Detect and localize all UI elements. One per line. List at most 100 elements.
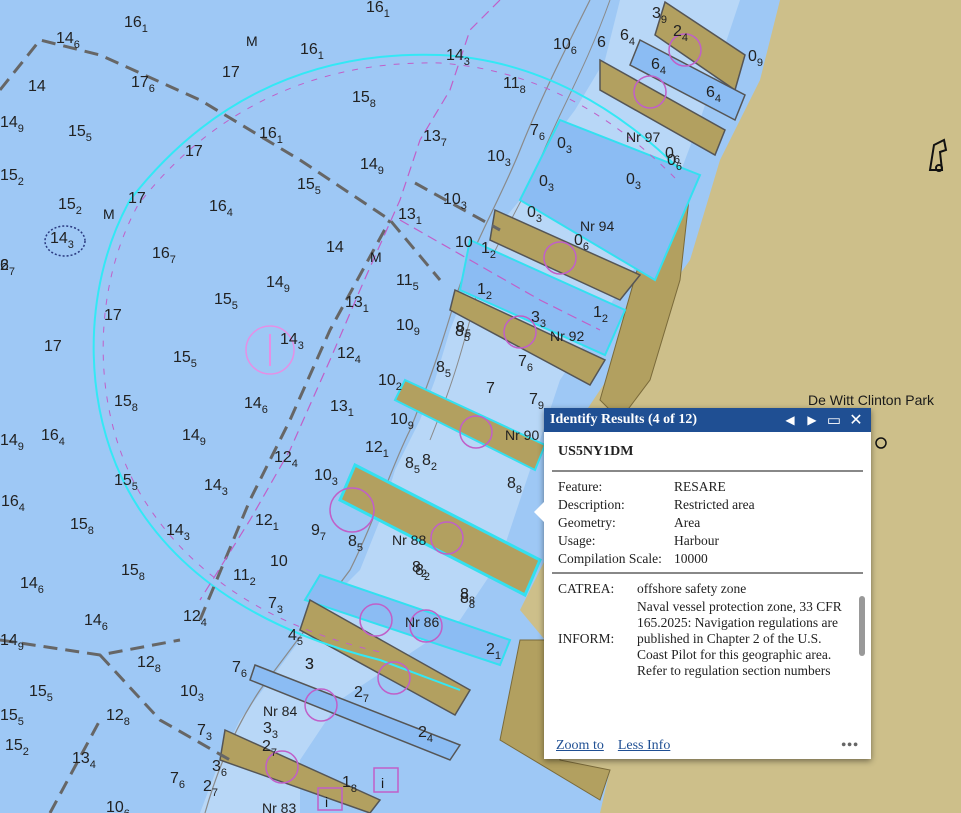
depth-sounding: 149: [182, 427, 206, 448]
depth-sounding: 167: [152, 245, 176, 266]
depth-sounding: 146: [244, 395, 268, 416]
feature-name: US5NY1DM: [558, 444, 634, 459]
zoom-to-link[interactable]: Zoom to: [556, 738, 604, 754]
depth-sounding: 76: [530, 122, 545, 143]
depth-sounding: 103: [487, 148, 511, 169]
attr-row: INFORM: Naval vessel protection zone, 33 …: [558, 598, 848, 680]
depth-sounding: 149: [0, 114, 24, 135]
attr-key: Feature:: [558, 479, 603, 494]
attr-row: Usage: Harbour: [558, 532, 755, 550]
close-icon[interactable]: ✕: [847, 411, 865, 429]
info-symbol-2: i: [325, 794, 328, 810]
depth-sounding: 109: [390, 411, 414, 432]
depth-sounding: 17: [104, 307, 122, 324]
depth-sounding: 164: [209, 198, 233, 219]
maximize-icon[interactable]: ▭: [825, 411, 843, 429]
attr-row: CATREA: offshore safety zone: [558, 580, 848, 598]
depth-sounding: 146: [20, 575, 44, 596]
depth-sounding: 155: [29, 683, 53, 704]
depth-sounding: 143: [50, 230, 74, 251]
depth-sounding: 143: [204, 477, 228, 498]
depth-sounding: 128: [137, 654, 161, 675]
park-label: De Witt Clinton Park: [808, 392, 935, 408]
depth-sounding: 137: [423, 128, 447, 149]
depth-sounding: 143: [280, 331, 304, 352]
popup-footer: Zoom to Less Info •••: [544, 733, 871, 759]
popup-pointer: [534, 502, 544, 522]
depth-sounding: 131: [330, 398, 354, 419]
depth-sounding: 121: [255, 512, 279, 533]
depth-sounding: 17: [222, 64, 240, 81]
depth-sounding: 143: [166, 522, 190, 543]
depth-sounding: 10: [270, 553, 288, 570]
depth-sounding: 152: [0, 167, 24, 188]
identify-results-popup[interactable]: Identify Results (4 of 12) ◀ ▶ ▭ ✕ US5NY…: [534, 408, 871, 759]
divider: [552, 572, 863, 574]
depth-sounding: 128: [106, 707, 130, 728]
pier-label-97: Nr 97: [626, 129, 660, 145]
attr-key: Usage:: [558, 533, 596, 548]
triangle-left-icon[interactable]: ◀: [781, 411, 799, 429]
depth-sounding: 149: [360, 156, 384, 177]
popup-header: Identify Results (4 of 12) ◀ ▶ ▭ ✕: [544, 408, 871, 432]
depth-sounding: 164: [1, 493, 25, 514]
depth-sounding: 161: [300, 41, 324, 62]
attr-row: Description: Restricted area: [558, 496, 755, 514]
attr-value: Restricted area: [674, 497, 755, 512]
attr-value: Naval vessel protection zone, 33 CFR 165…: [637, 599, 842, 678]
depth-sounding: 17: [185, 143, 203, 160]
depth-sounding: 14: [28, 78, 46, 95]
extra-attribute-table: CATREA: offshore safety zone INFORM: Naval…: [558, 580, 848, 680]
attr-row: Geometry: Area: [558, 514, 755, 532]
depth-sounding: 106: [106, 799, 130, 813]
depth-sounding: 76: [170, 770, 185, 791]
depth-sounding: 112: [233, 567, 256, 588]
more-options-button[interactable]: •••: [841, 738, 859, 754]
depth-sounding: 14: [326, 239, 344, 256]
depth-sounding: 158: [70, 516, 94, 537]
depth-sounding: 7: [486, 380, 495, 397]
depth-sounding: 155: [0, 707, 24, 728]
extra-info-scroll[interactable]: CATREA: offshore safety zone INFORM: Naval…: [544, 580, 865, 700]
depth-sounding: 131: [345, 294, 369, 315]
mooring-symbol-2: M: [103, 206, 115, 222]
depth-sounding: 155: [114, 472, 138, 493]
depth-sounding: 152: [58, 196, 82, 217]
triangle-right-icon[interactable]: ▶: [803, 411, 821, 429]
depth-sounding: 161: [124, 14, 148, 35]
pier-label-88: Nr 88: [392, 532, 426, 548]
depth-sounding: 76: [232, 659, 247, 680]
depth-sounding: 97: [311, 522, 326, 543]
attr-key: CATREA:: [558, 581, 615, 596]
popup-title: Identify Results (4 of 12): [550, 412, 697, 427]
depth-sounding: 149: [0, 432, 24, 453]
attr-value: 10000: [674, 551, 708, 566]
depth-sounding: 118: [503, 75, 526, 96]
depth-sounding: 155: [297, 176, 321, 197]
depth-sounding: 158: [114, 393, 138, 414]
depth-sounding: 10: [455, 234, 473, 251]
attr-value: Harbour: [674, 533, 719, 548]
depth-sounding: 152: [5, 737, 29, 758]
depth-sounding: 85: [348, 533, 363, 554]
attr-key: Geometry:: [558, 515, 616, 530]
mooring-symbol-3: M: [370, 249, 382, 265]
pier-label-83: Nr 83: [262, 800, 296, 813]
scrollbar-thumb[interactable]: [859, 596, 865, 656]
depth-sounding: 103: [180, 683, 204, 704]
depth-sounding: 164: [41, 427, 65, 448]
pier-label-90: Nr 90: [505, 427, 539, 443]
pier-label-86: Nr 86: [405, 614, 439, 630]
depth-sounding: 121: [365, 439, 389, 460]
depth-sounding: 102: [378, 372, 402, 393]
attribute-table: Feature: RESARE Description: Restricted ar…: [558, 478, 755, 568]
depth-sounding: 73: [197, 722, 212, 743]
less-info-link[interactable]: Less Info: [618, 738, 671, 754]
depth-sounding: 149: [0, 632, 24, 653]
attr-row: Feature: RESARE: [558, 478, 755, 496]
attr-row: Compilation Scale: 10000: [558, 550, 755, 568]
depth-sounding: 27: [0, 257, 15, 278]
pier-label-94: Nr 94: [580, 218, 614, 234]
depth-sounding: 09: [748, 48, 763, 69]
pier-label-92: Nr 92: [550, 328, 584, 344]
